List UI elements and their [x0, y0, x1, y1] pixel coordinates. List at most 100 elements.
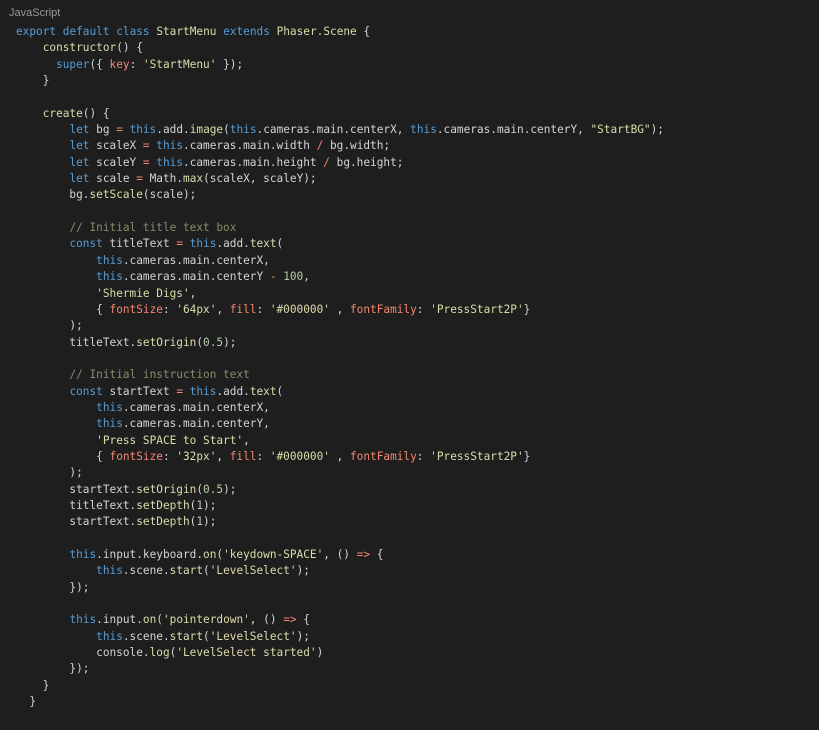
code-line: 'Press SPACE to Start',	[16, 433, 664, 449]
code-token: =	[176, 384, 184, 398]
code-token: fontFamily	[350, 449, 417, 463]
code-token: StartMenu	[156, 25, 217, 38]
code-token: .cameras.main.width	[183, 139, 317, 153]
code-line: bg.setScale(scale);	[16, 187, 664, 203]
code-token: 0.5	[203, 482, 224, 496]
code-line: this.scene.start('LevelSelect');	[16, 563, 664, 579]
code-line: super({ key: 'StartMenu' });	[16, 57, 664, 73]
code-token: "StartBG"	[590, 123, 651, 137]
code-line: let bg = this.add.image(this.cameras.mai…	[16, 122, 664, 138]
code-token: .cameras.main.height	[183, 155, 324, 169]
code-token: );	[203, 498, 217, 512]
code-token: max	[183, 172, 204, 186]
code-token: =	[136, 172, 143, 186]
code-token: titleText.	[16, 335, 137, 349]
code-token: (	[203, 629, 210, 643]
code-token: image	[189, 123, 224, 137]
code-token: fontSize	[109, 302, 163, 316]
code-line: this.cameras.main.centerX,	[16, 400, 664, 416]
code-token: 'StartMenu'	[142, 57, 217, 71]
code-token: (	[203, 564, 210, 578]
code-token: bg.width;	[323, 139, 391, 153]
code-line: this.cameras.main.centerX,	[16, 253, 664, 269]
code-token: () {	[82, 106, 110, 120]
code-content[interactable]: export default class StartMenu extends P…	[16, 24, 664, 710]
code-token: {	[16, 302, 110, 316]
code-token: '64px'	[176, 302, 217, 316]
code-token: on	[203, 548, 217, 561]
code-token: }	[16, 74, 50, 88]
code-token: Phaser	[276, 25, 317, 38]
code-token: .cameras.main.centerX,	[122, 400, 270, 414]
code-token: // Initial title text box	[69, 221, 237, 235]
code-token: });	[16, 662, 90, 676]
code-token: );	[650, 123, 664, 137]
code-token: '#000000'	[269, 449, 330, 463]
code-line: this.cameras.main.centerY,	[16, 416, 664, 432]
code-token: .input.keyboard.	[96, 548, 204, 561]
code-token: (scaleX, scaleY);	[203, 172, 317, 186]
code-line: const startText = this.add.text(	[16, 384, 664, 400]
code-token: 100	[283, 270, 304, 284]
code-token: 'Press SPACE to Start'	[96, 433, 244, 447]
code-token: let	[69, 139, 90, 153]
code-token: {	[16, 449, 110, 463]
code-token: 'LevelSelect'	[209, 564, 297, 578]
code-token: );	[223, 482, 237, 496]
code-token: (scale);	[142, 188, 197, 202]
code-line: startText.setOrigin(0.5);	[16, 482, 664, 498]
code-token: 'pointerdown'	[162, 613, 250, 627]
code-token: 0.5	[203, 335, 224, 349]
code-token: const	[69, 237, 103, 251]
code-token: extends	[223, 25, 270, 38]
language-label: JavaScript	[9, 7, 61, 19]
code-token: =>	[283, 613, 297, 627]
code-token: .scene.	[122, 629, 170, 643]
code-line: // Initial instruction text	[16, 367, 664, 383]
code-line: });	[16, 580, 664, 596]
code-block: JavaScript export default class StartMen…	[0, 0, 819, 730]
code-token: 'LevelSelect started'	[176, 646, 317, 660]
code-token: default	[62, 25, 110, 38]
code-token: (	[156, 613, 163, 627]
code-token: .cameras.main.centerX,	[256, 123, 411, 137]
code-token: 'Shermie Digs'	[96, 286, 190, 300]
code-token: this	[96, 400, 123, 414]
code-token: });	[16, 580, 90, 594]
code-line: }	[16, 73, 664, 89]
code-token: this	[156, 155, 184, 169]
code-line: this.cameras.main.centerY - 100,	[16, 269, 664, 285]
code-token: setScale	[89, 188, 143, 202]
code-token: text	[249, 237, 277, 251]
code-token: this	[229, 123, 257, 137]
code-token: );	[223, 335, 237, 349]
code-token: .cameras.main.centerY,	[436, 123, 591, 137]
code-token: '32px'	[176, 449, 217, 463]
code-line: export default class StartMenu extends P…	[16, 24, 664, 40]
code-token: text	[249, 384, 277, 398]
code-token: bg.height;	[329, 155, 404, 169]
code-token: =	[142, 139, 150, 153]
code-token: .add.	[216, 384, 250, 398]
code-token: 'LevelSelect'	[209, 629, 297, 643]
code-line: this.scene.start('LevelSelect');	[16, 629, 664, 645]
code-token: .scene.	[122, 564, 170, 578]
code-token: :	[416, 449, 431, 463]
code-token: class	[116, 25, 150, 38]
code-token: export	[16, 25, 57, 38]
code-line: startText.setDepth(1);	[16, 514, 664, 530]
code-token: console.	[16, 646, 150, 660]
code-token: .	[183, 123, 190, 137]
code-line: this.input.keyboard.on('keydown-SPACE', …	[16, 547, 664, 563]
